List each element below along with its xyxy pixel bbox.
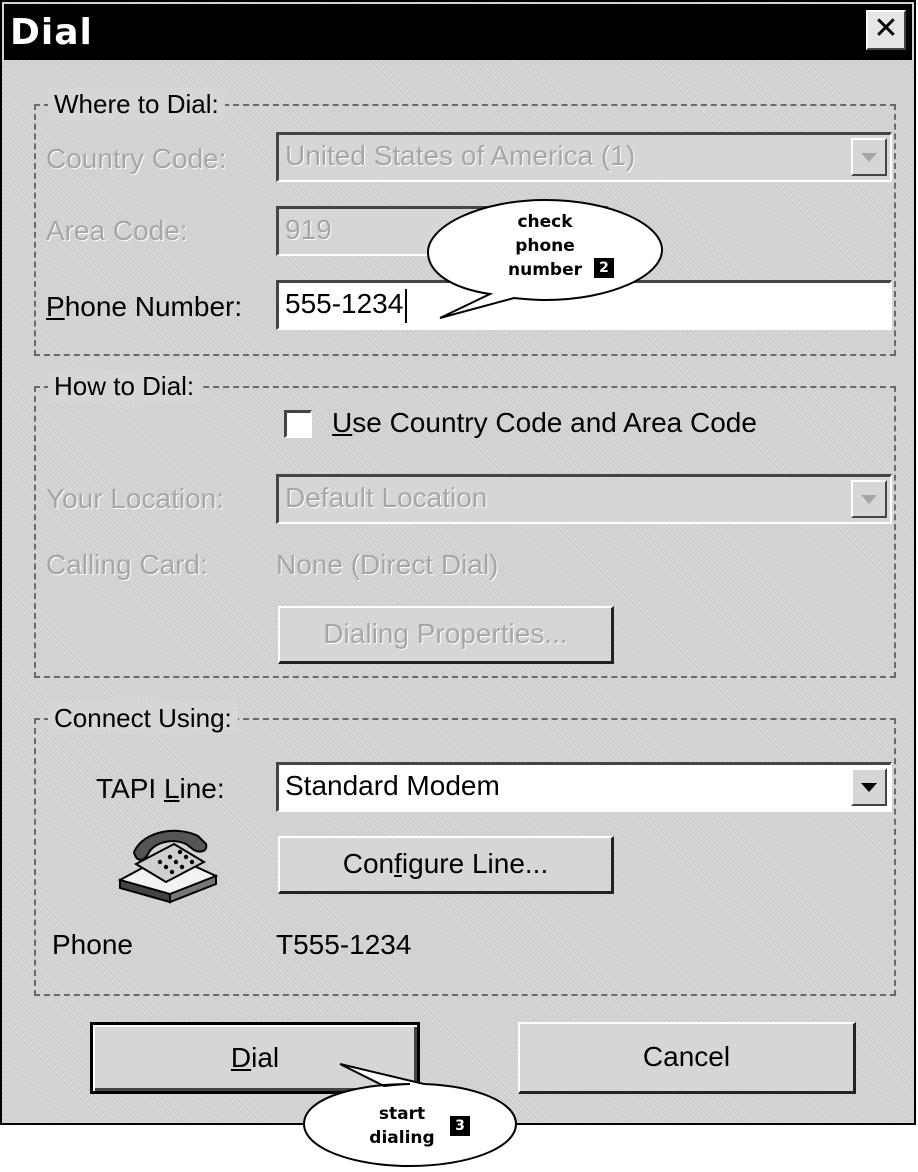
close-icon: ✕	[873, 12, 899, 45]
where-to-dial-heading: Where to Dial:	[48, 88, 225, 120]
chevron-down-icon	[861, 495, 877, 504]
your-location-label: Your Location:	[46, 483, 224, 514]
how-to-dial-heading: How to Dial:	[48, 370, 201, 402]
tapi-line-value: Standard Modem	[285, 770, 500, 801]
your-location-dropdown-button[interactable]	[851, 480, 887, 518]
area-code-label: Area Code:	[46, 215, 188, 246]
callout-3-line-2: dialing	[369, 1128, 435, 1148]
use-codes-label[interactable]: Use Country Code and Area Code	[332, 406, 757, 440]
country-code-value: United States of America (1)	[285, 140, 636, 171]
text-caret	[405, 288, 408, 323]
callout-2-line-3: number	[507, 260, 582, 280]
callout-3-text: start dialing	[352, 1102, 452, 1150]
tapi-line-label: TAPI Line:	[96, 773, 225, 804]
country-code-select[interactable]: United States of America (1)	[276, 132, 892, 182]
close-button[interactable]: ✕	[866, 10, 906, 50]
callout-start-dialing: start dialing 3	[300, 1058, 520, 1170]
callout-2-text: check phone number	[480, 210, 610, 282]
callout-2-line-1: check	[517, 212, 573, 232]
cancel-button[interactable]: Cancel	[518, 1022, 856, 1094]
tapi-line-dropdown-button[interactable]	[851, 768, 887, 806]
use-codes-checkbox[interactable]	[284, 410, 312, 438]
configure-line-button[interactable]: Configure Line...	[278, 836, 614, 894]
tapi-line-select[interactable]: Standard Modem	[276, 762, 892, 812]
country-code-dropdown-button[interactable]	[851, 138, 887, 176]
country-code-label: Country Code:	[46, 143, 227, 174]
dialog-title: Dial	[10, 12, 93, 53]
phone-label: Phone	[52, 929, 133, 960]
callout-3-badge: 3	[450, 1116, 470, 1136]
your-location-select[interactable]: Default Location	[276, 474, 892, 524]
phone-value: T555-1234	[276, 929, 412, 960]
calling-card-value: None (Direct Dial)	[276, 549, 499, 580]
your-location-value: Default Location	[285, 482, 488, 513]
title-bar[interactable]: Dial ✕	[4, 4, 912, 60]
phone-number-value: 555-1234	[285, 288, 404, 319]
calling-card-label: Calling Card:	[46, 549, 208, 580]
area-code-value: 919	[285, 214, 332, 245]
callout-check-phone-number: check phone number 2	[420, 196, 670, 326]
callout-2-line-2: phone	[515, 236, 575, 256]
phone-number-label: Phone Number:	[46, 291, 243, 322]
chevron-down-icon	[861, 153, 877, 162]
dial-dialog: Dial ✕ Where to Dial: Country Code: Unit…	[0, 0, 916, 1125]
chevron-down-icon	[861, 783, 877, 792]
connect-using-heading: Connect Using:	[48, 702, 238, 734]
telephone-icon	[114, 824, 222, 904]
callout-3-line-1: start	[378, 1104, 426, 1124]
dialing-properties-button[interactable]: Dialing Properties...	[278, 606, 614, 664]
callout-2-badge: 2	[594, 258, 614, 278]
